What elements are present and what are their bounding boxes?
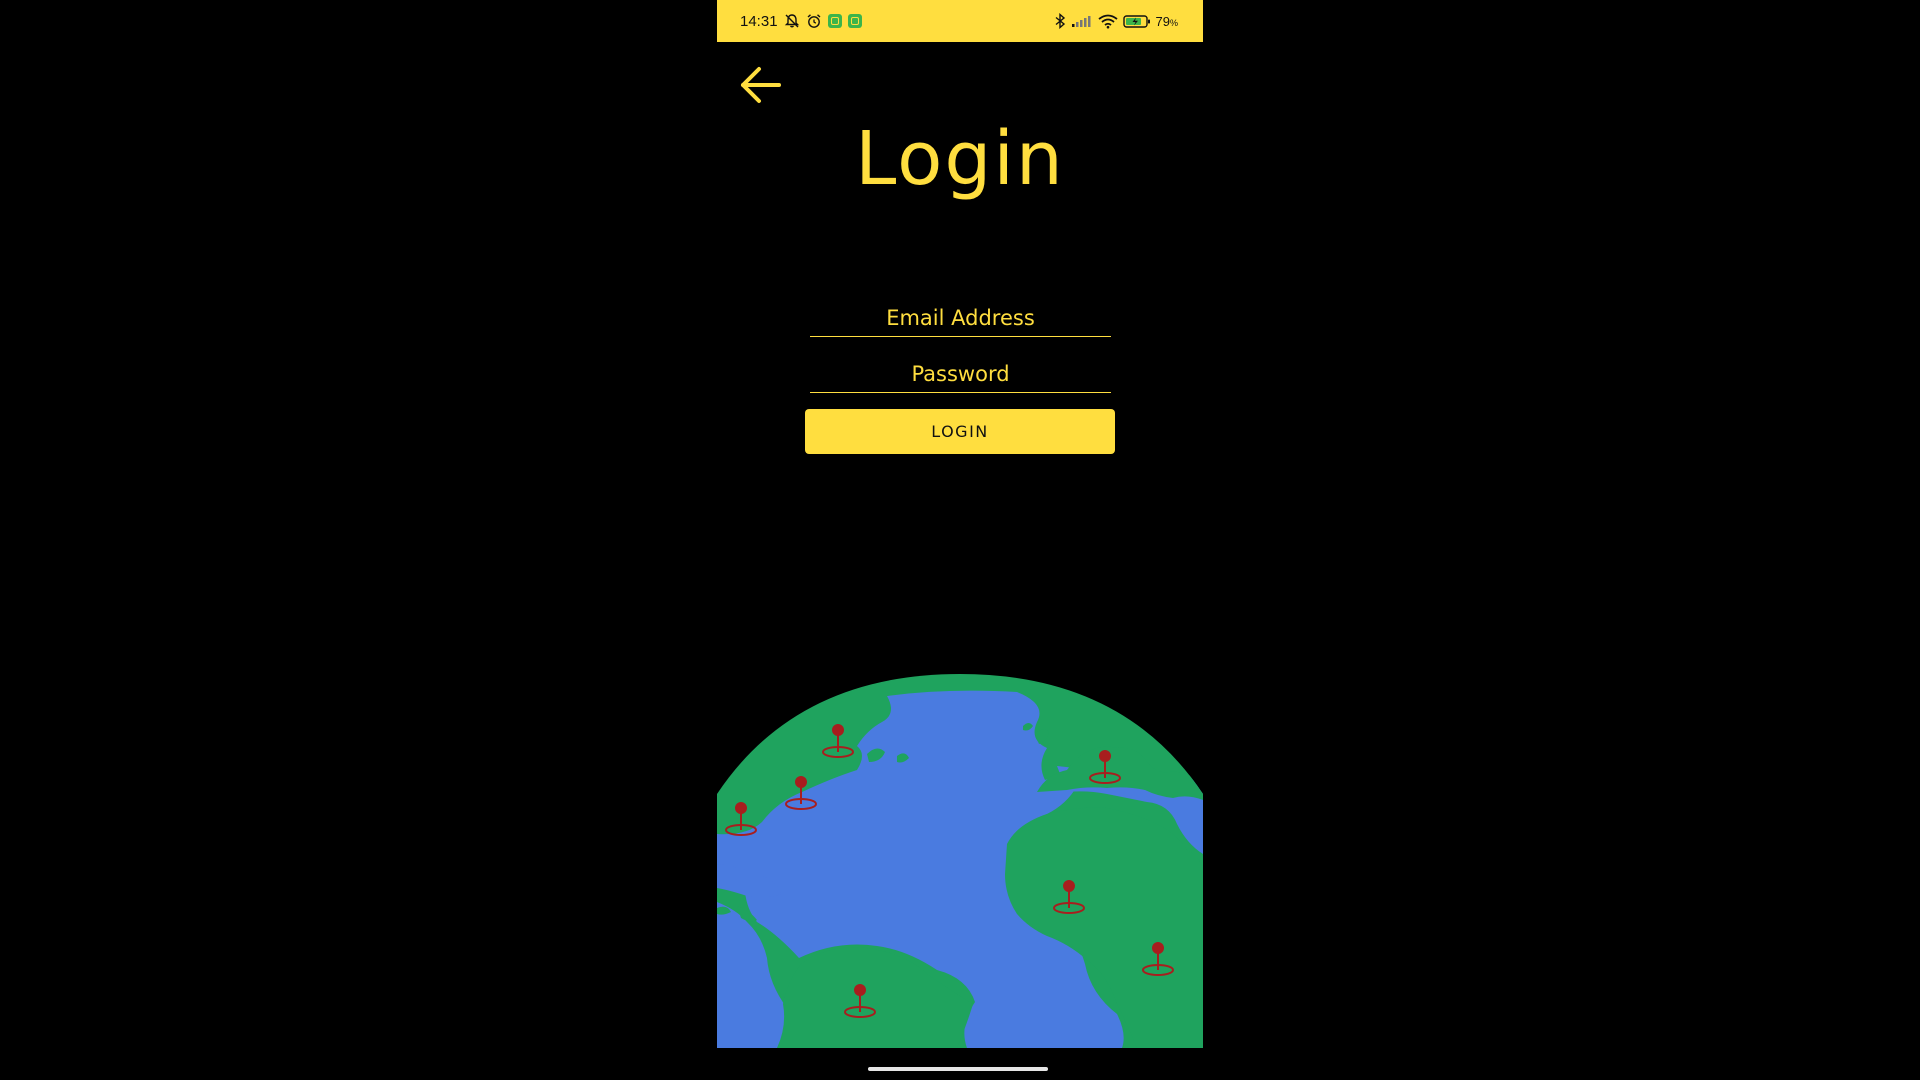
status-bar: 14:31 79%	[717, 0, 1203, 42]
bluetooth-icon	[1054, 13, 1066, 29]
arrow-left-icon	[741, 67, 781, 103]
status-bar-left: 14:31	[740, 0, 862, 42]
password-field[interactable]	[810, 356, 1111, 393]
status-bar-right: 79%	[1054, 0, 1178, 42]
wifi-icon	[1097, 14, 1118, 29]
battery-percentage: 79%	[1155, 13, 1178, 29]
globe-illustration	[717, 674, 1203, 1048]
clock: 14:31	[740, 12, 778, 30]
page-title: Login	[855, 116, 1065, 202]
battery-charging-icon	[1122, 14, 1151, 29]
alarm-icon	[806, 13, 822, 29]
back-button[interactable]	[735, 60, 785, 110]
home-indicator[interactable]	[868, 1067, 1048, 1071]
signal-icon	[1071, 14, 1093, 28]
email-input[interactable]	[810, 300, 1111, 336]
mute-icon	[784, 13, 800, 29]
app-notification-icon	[827, 14, 842, 28]
password-input[interactable]	[810, 356, 1111, 392]
email-field[interactable]	[810, 300, 1111, 337]
login-button[interactable]: LOGIN	[805, 409, 1115, 454]
phone-screen: 14:31 79% Login Email Address LOGIN	[717, 0, 1203, 1048]
app-notification-icon	[847, 14, 862, 28]
